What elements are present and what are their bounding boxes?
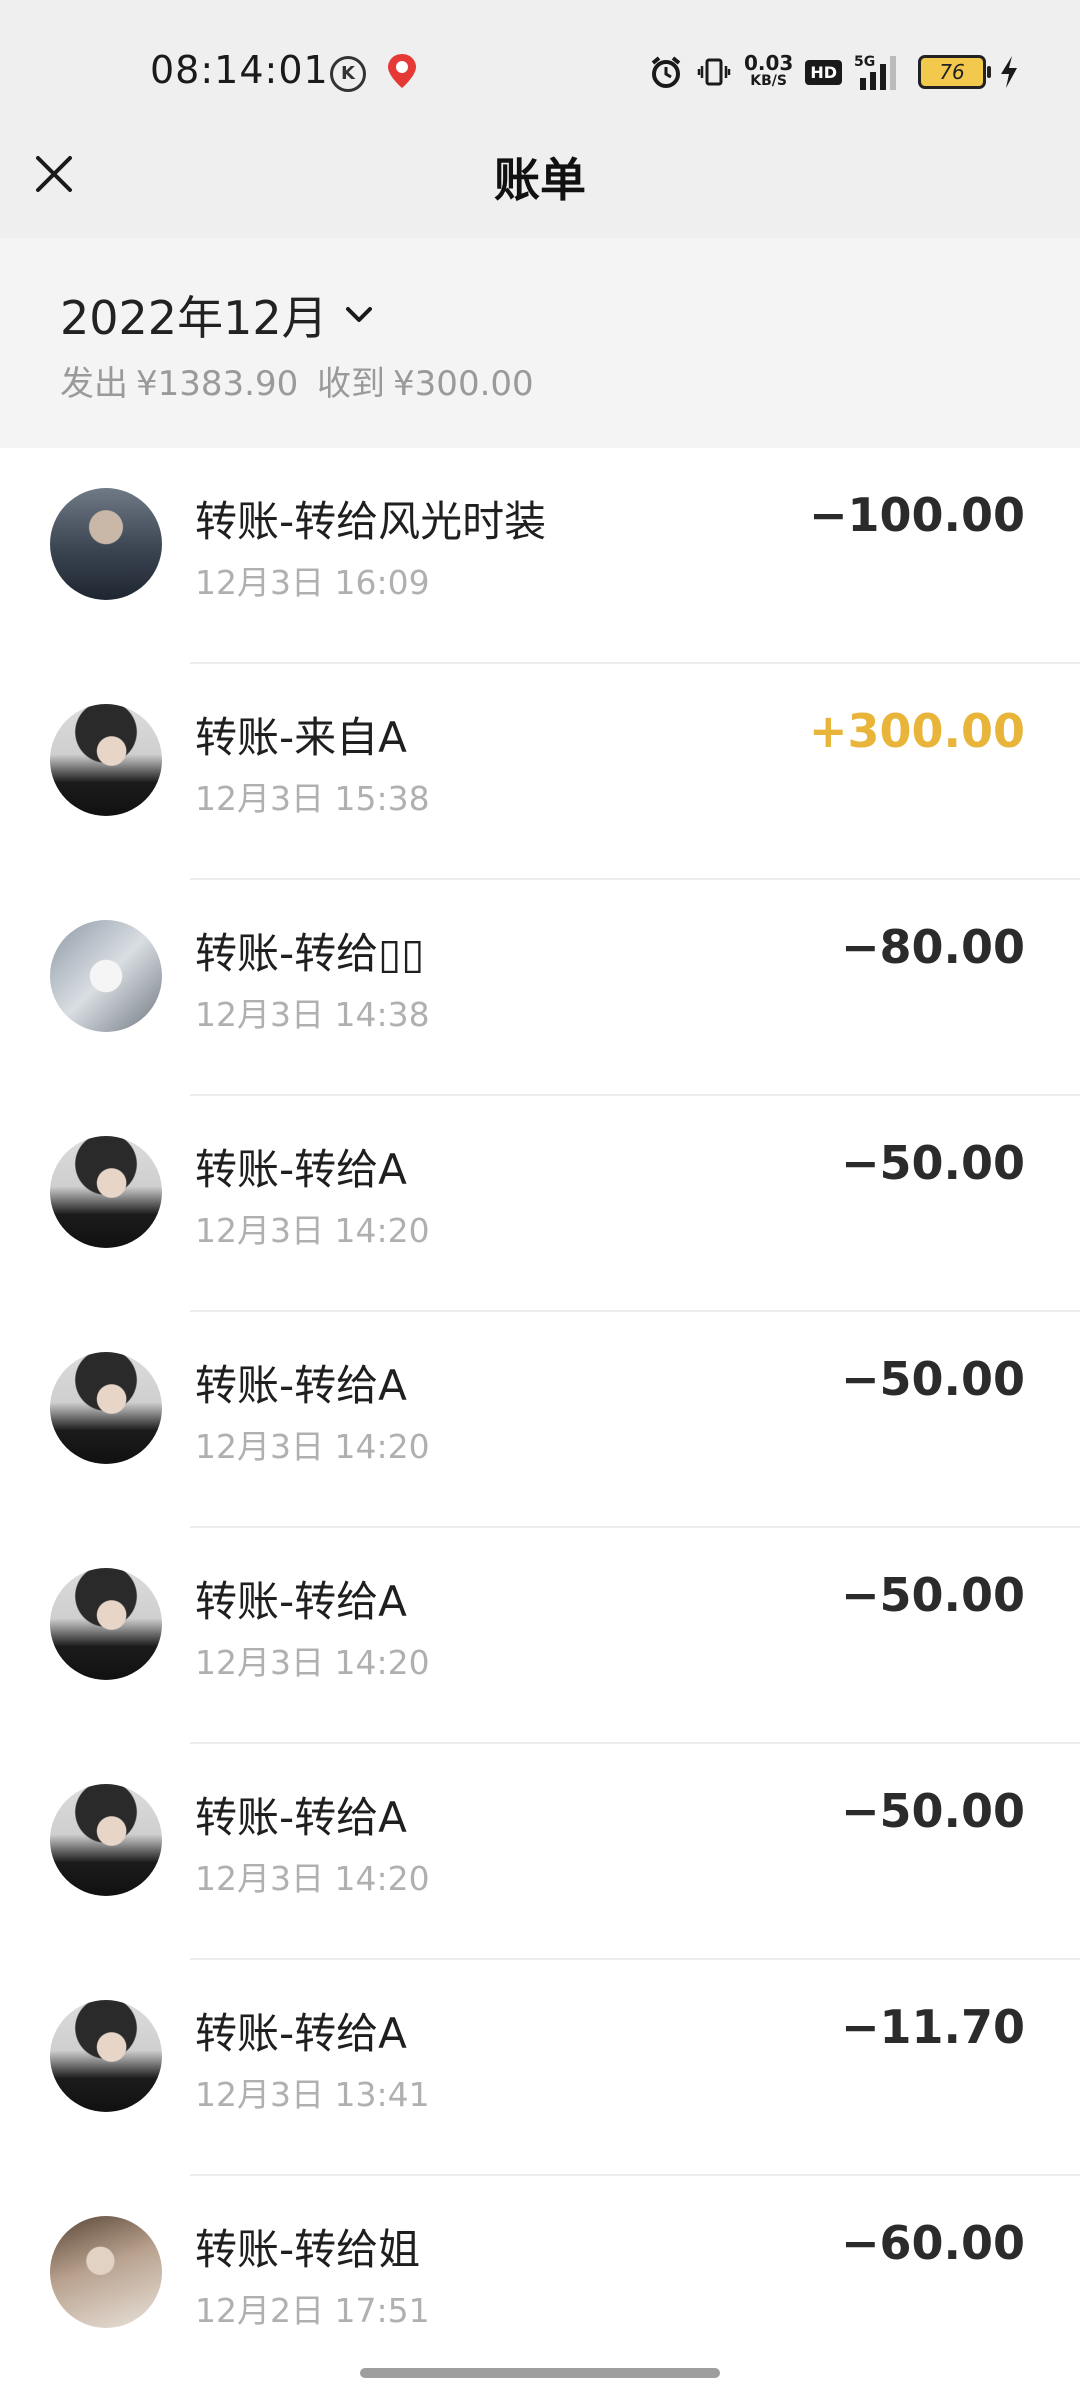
month-selector[interactable]: 2022年12月 [60, 282, 376, 348]
avatar [50, 1784, 162, 1896]
transaction-amount: −80.00 [840, 920, 1025, 974]
summary-in-value: ¥300.00 [393, 364, 534, 404]
network-speed: 0.03 KB/S [743, 51, 794, 90]
charging-bolt-icon [1001, 56, 1017, 88]
transaction-time: 12月3日 14:20 [195, 1427, 430, 1466]
transaction-title: 转账-转给风光时装 [195, 497, 547, 546]
transaction-amount: −60.00 [840, 2216, 1025, 2270]
transaction-time: 12月3日 13:41 [195, 2075, 430, 2114]
transaction-row[interactable]: 转账-转给A 12月3日 14:20 −50.00 [0, 1096, 1080, 1312]
k-app-icon: K [330, 56, 366, 92]
transaction-time: 12月2日 17:51 [195, 2291, 430, 2330]
svg-text:5G: 5G [854, 54, 875, 70]
battery-icon: 76 [918, 55, 991, 89]
transaction-title: 转账-来自A [195, 713, 407, 762]
signal-5g-icon: 5G [854, 54, 896, 90]
transaction-amount: −50.00 [840, 1568, 1025, 1622]
transaction-list: 转账-转给风光时装 12月3日 16:09 −100.00 转账-来自A 12月… [0, 448, 1080, 2392]
transaction-row[interactable]: 转账-转给A 12月3日 14:20 −50.00 [0, 1528, 1080, 1744]
avatar [50, 920, 162, 1032]
hd-icon: HD [805, 59, 842, 85]
page-title: 账单 [494, 153, 586, 207]
avatar [50, 2000, 162, 2112]
transaction-row[interactable]: 转账-来自A 12月3日 15:38 +300.00 [0, 664, 1080, 880]
transaction-time: 12月3日 14:20 [195, 1643, 430, 1682]
month-header: 2022年12月 发出 ¥1383.90 收到 ¥300.00 [0, 238, 1080, 448]
title-bar: 账单 [0, 140, 1080, 238]
avatar [50, 1568, 162, 1680]
transaction-row[interactable]: 转账-转给A 12月3日 14:20 −50.00 [0, 1312, 1080, 1528]
status-right-icons: 0.03 KB/S HD 5G 76 [648, 50, 1020, 94]
avatar [50, 2216, 162, 2328]
transaction-title: 转账-转给A [195, 1145, 407, 1194]
home-indicator[interactable] [360, 2368, 720, 2378]
transaction-row[interactable]: 转账-转给A 12月3日 14:20 −50.00 [0, 1744, 1080, 1960]
summary-out-label: 发出 [60, 364, 128, 404]
month-summary: 发出 ¥1383.90 收到 ¥300.00 [60, 356, 542, 405]
transaction-title: 转账-转给A [195, 1577, 407, 1626]
transaction-amount: −11.70 [840, 2000, 1025, 2054]
avatar [50, 1136, 162, 1248]
transaction-title: 转账-转给A [195, 1361, 407, 1410]
transaction-row[interactable]: 转账-转给▯▯ 12月3日 14:38 −80.00 [0, 880, 1080, 1096]
transaction-title: 转账-转给A [195, 1793, 407, 1842]
chevron-down-icon [345, 307, 372, 322]
transaction-time: 12月3日 14:20 [195, 1211, 430, 1250]
map-pin-icon [388, 54, 416, 88]
transaction-row[interactable]: 转账-转给姐 12月2日 17:51 −60.00 [0, 2176, 1080, 2392]
transaction-time: 12月3日 14:20 [195, 1859, 430, 1898]
avatar [50, 488, 162, 600]
transaction-title: 转账-转给▯▯ [195, 929, 425, 978]
summary-in-label: 收到 [317, 364, 386, 404]
status-bar: 08:14:01 K 0.03 KB/S HD 5G 76 [0, 0, 1080, 140]
month-label: 2022年12月 [60, 291, 328, 345]
summary-out-value: ¥1383.90 [136, 364, 299, 404]
transaction-title: 转账-转给A [195, 2009, 407, 2058]
transaction-title: 转账-转给姐 [195, 2225, 421, 2274]
status-time: 08:14:01 [150, 48, 329, 92]
transaction-amount: −100.00 [808, 488, 1025, 542]
transaction-row[interactable]: 转账-转给A 12月3日 13:41 −11.70 [0, 1960, 1080, 2176]
transaction-time: 12月3日 14:38 [195, 995, 430, 1034]
network-speed-unit: KB/S [750, 73, 787, 89]
transaction-time: 12月3日 15:38 [195, 779, 430, 818]
transaction-time: 12月3日 16:09 [195, 563, 430, 602]
transaction-row[interactable]: 转账-转给风光时装 12月3日 16:09 −100.00 [0, 448, 1080, 664]
transaction-amount: −50.00 [840, 1352, 1025, 1406]
vibrate-icon [697, 58, 731, 86]
transaction-amount: −50.00 [840, 1784, 1025, 1838]
avatar [50, 1352, 162, 1464]
network-speed-value: 0.03 [743, 51, 794, 75]
transaction-amount: −50.00 [840, 1136, 1025, 1190]
transaction-amount: +300.00 [808, 704, 1025, 758]
alarm-icon [651, 56, 681, 88]
avatar [50, 704, 162, 816]
